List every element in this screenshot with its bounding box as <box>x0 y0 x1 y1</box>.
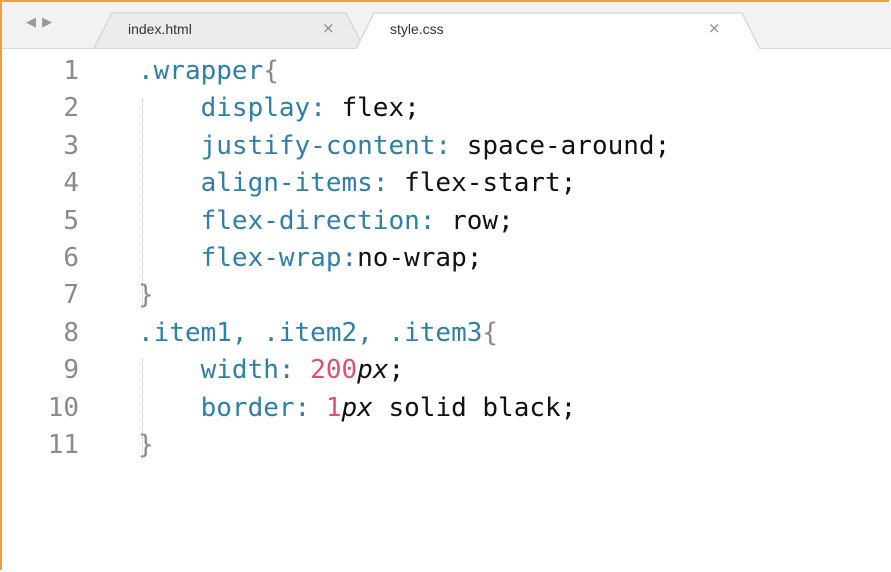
code-token: border <box>138 392 295 423</box>
line-number: 4 <box>63 168 79 199</box>
line-number: 11 <box>47 430 79 460</box>
code-token: : <box>435 130 467 161</box>
code-token: : <box>310 93 342 124</box>
code-token: row <box>451 205 499 236</box>
code-token: : <box>341 243 358 273</box>
code-token: flex <box>341 93 405 124</box>
code-line[interactable]: 1 .wrapper{ <box>2 53 891 90</box>
editor-window: ◀ ▶ index.html × style.css × 1 .wrapper{2… <box>0 0 891 572</box>
code-token: : <box>419 205 452 236</box>
line-code: border: 1px solid black; <box>138 390 577 427</box>
code-token: ; <box>498 205 514 236</box>
code-token: flex-wrap <box>138 243 342 273</box>
code-line[interactable]: 8 .item1, .item2, .item3{ <box>2 315 891 352</box>
code-token: .wrapper <box>138 56 264 86</box>
tab-label: style.css <box>390 21 444 37</box>
code-token: px <box>357 355 389 386</box>
code-token: ; <box>560 392 577 423</box>
code-token: { <box>482 317 499 348</box>
code-token: ; <box>388 355 405 386</box>
line-number: 3 <box>63 130 79 161</box>
code-token: flex-direction <box>138 205 420 236</box>
line-code: .wrapper{ <box>138 53 279 90</box>
code-token: flex-start <box>404 168 561 199</box>
code-token: 1 <box>325 392 342 423</box>
code-line[interactable]: 11} <box>2 427 891 464</box>
code-token: px <box>341 392 373 423</box>
tab-label: index.html <box>128 21 192 37</box>
tab-bar: ◀ ▶ index.html × style.css × <box>2 2 891 49</box>
line-number: 9 <box>63 355 79 386</box>
line-code: .item1, .item2, .item3{ <box>138 315 498 352</box>
line-number: 10 <box>47 392 79 423</box>
line-code: display: flex; <box>138 90 420 127</box>
code-token: ; <box>560 168 577 199</box>
line-number: 8 <box>63 317 79 348</box>
line-code: flex-wrap:no-wrap; <box>138 240 483 277</box>
code-line[interactable]: 9 width: 200px; <box>2 352 891 389</box>
code-token: ; <box>654 130 671 161</box>
code-editor[interactable]: 1 .wrapper{2 display: flex; 3 justify-cont… <box>2 49 891 572</box>
code-line[interactable]: 10 border: 1px solid black; <box>2 390 891 427</box>
code-token: } <box>138 280 154 311</box>
code-line[interactable]: 6 flex-wrap:no-wrap; <box>2 240 891 277</box>
code-token: solid black <box>372 392 561 423</box>
line-code: flex-direction: row; <box>138 203 514 240</box>
code-token: : <box>372 168 405 199</box>
line-code: justify-content: space-around; <box>138 128 671 165</box>
line-number: 6 <box>63 243 79 273</box>
code-line[interactable]: 3 justify-content: space-around; <box>2 128 891 165</box>
code-token: align-items <box>138 168 373 199</box>
code-token: no-wrap <box>357 243 467 273</box>
code-token: { <box>263 56 279 86</box>
code-token: width <box>138 355 279 386</box>
code-token: : <box>294 392 326 423</box>
code-token: ; <box>466 243 483 273</box>
tab-style-css[interactable]: style.css × <box>356 12 760 49</box>
tab-index-html[interactable]: index.html × <box>94 12 364 48</box>
code-token: space-around <box>466 130 655 161</box>
code-line[interactable]: 4 align-items: flex-start; <box>2 165 891 202</box>
tab-nav-arrows-icon[interactable]: ◀ ▶ <box>26 15 53 30</box>
code-token: : <box>278 355 311 386</box>
line-number: 1 <box>63 56 79 86</box>
line-number: 7 <box>63 280 79 311</box>
code-token: justify-content <box>138 130 436 161</box>
code-line[interactable]: 7} <box>2 277 891 314</box>
line-code: } <box>138 277 154 314</box>
code-token: 200 <box>310 355 358 386</box>
code-line[interactable]: 5 flex-direction: row; <box>2 203 891 240</box>
line-number: 5 <box>63 205 79 236</box>
code-token: } <box>138 430 154 460</box>
line-number: 2 <box>63 93 79 124</box>
code-token: display <box>138 93 311 124</box>
code-token: .item1, .item2, .item3 <box>138 317 483 348</box>
line-code: width: 200px; <box>138 352 405 389</box>
close-icon[interactable]: × <box>708 19 721 37</box>
code-line[interactable]: 2 display: flex; <box>2 90 891 127</box>
line-code: align-items: flex-start; <box>138 165 577 202</box>
line-code: } <box>138 427 154 464</box>
code-token: ; <box>404 93 420 124</box>
close-icon[interactable]: × <box>322 19 335 37</box>
